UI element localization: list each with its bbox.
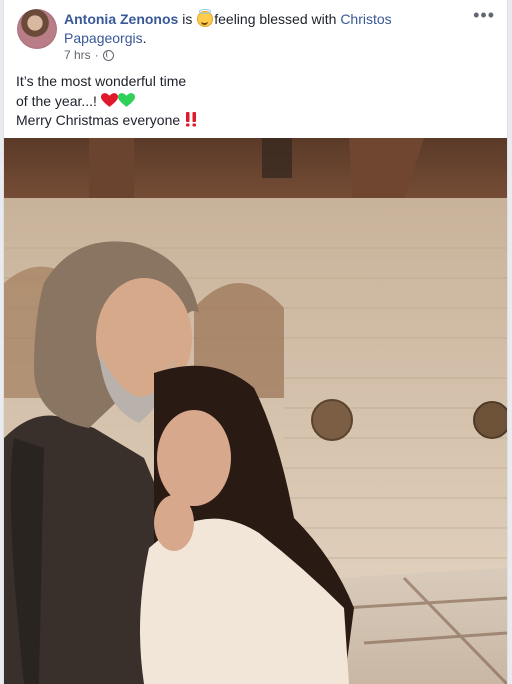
bronze-plaque-2 [473,401,507,439]
photo-illustration [4,138,507,684]
green-heart-icon [117,92,135,107]
text-line-3: Merry Christmas everyone [16,112,181,128]
post-text: It’s the most wonderful time of the year… [16,72,476,131]
bronze-plaque-1 [311,399,353,441]
post-photo[interactable] [4,138,507,684]
angel-emoji-icon [197,9,214,27]
woman-hand [154,495,194,551]
ellipsis-icon[interactable]: ••• [473,6,495,24]
text-line-2-wrap: of the year...! [16,92,476,112]
lantern [262,138,292,178]
feeling-text: feeling blessed with [214,11,337,27]
post-header: Antonia Zenonos is feeling blessed with … [64,9,474,48]
separator-dot: · [94,48,99,62]
post-time[interactable]: 7 hrs [64,48,91,62]
red-heart-icon [100,92,118,107]
post-meta: 7 hrs · [64,48,114,62]
woman-face [157,410,231,506]
text-line-1: It’s the most wonderful time [16,73,187,89]
globe-icon[interactable] [102,49,114,61]
text-line-2: of the year...! [16,92,97,109]
double-exclamation-icon [186,112,197,127]
is-text: is [182,11,193,27]
author-name[interactable]: Antonia Zenonos [64,11,178,27]
feed-post: Antonia Zenonos is feeling blessed with … [3,0,508,684]
author-avatar[interactable] [17,9,57,49]
tagged-suffix: . [142,30,147,46]
text-line-3-wrap: Merry Christmas everyone [16,111,476,131]
ceiling [4,138,507,208]
